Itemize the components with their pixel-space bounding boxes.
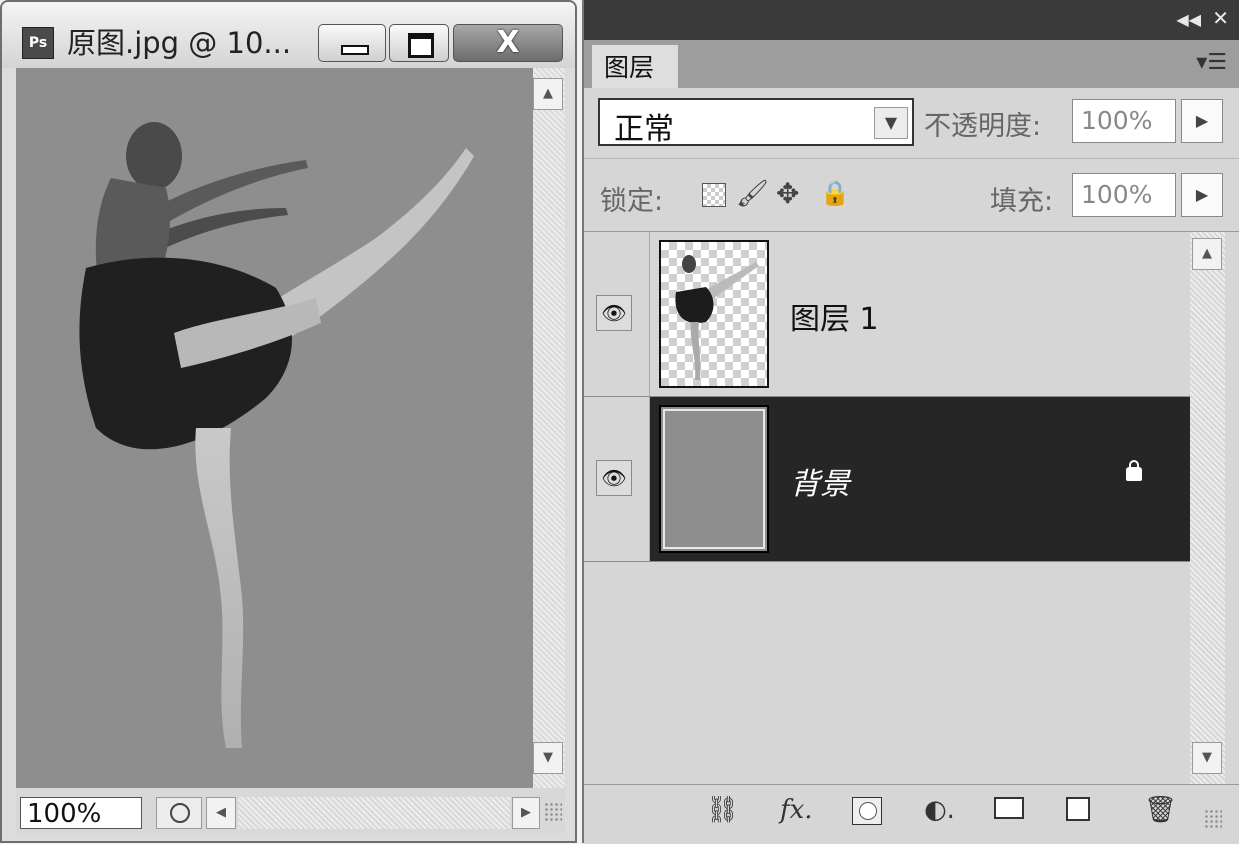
- lock-label: 锁定:: [600, 186, 664, 217]
- layer-thumbnail[interactable]: [659, 240, 769, 388]
- lock-position-icon[interactable]: ✥: [776, 177, 799, 210]
- photoshop-app-icon: Ps: [22, 27, 54, 59]
- ballerina-image: [79, 122, 474, 748]
- scroll-down-button[interactable]: ▼: [533, 742, 563, 774]
- status-info-icon[interactable]: [156, 797, 202, 829]
- canvas-horizontal-scrollbar[interactable]: [238, 797, 510, 829]
- fill-input[interactable]: 100%: [1072, 173, 1176, 217]
- scroll-left-button[interactable]: ◀: [206, 797, 236, 829]
- tab-layers[interactable]: 图层: [592, 45, 678, 88]
- lock-row: 锁定: 🖌 ✥ 🔒 填充: 100% ▶: [584, 159, 1239, 232]
- eye-icon[interactable]: 👁: [596, 460, 632, 496]
- maximize-button[interactable]: [389, 24, 449, 62]
- visibility-column: 👁: [584, 397, 650, 561]
- panel-header[interactable]: ◀◀ ✕: [584, 0, 1239, 40]
- layer-row-layer-1[interactable]: 👁 图层 1: [584, 232, 1190, 397]
- new-layer-icon[interactable]: [1066, 797, 1090, 821]
- status-bar: 100% ◀ ▶: [16, 788, 565, 833]
- panel-menu-icon[interactable]: ▾☰: [1196, 50, 1227, 75]
- blend-mode-select[interactable]: 正常 ▼: [598, 98, 914, 147]
- scroll-down-button[interactable]: ▼: [1192, 742, 1222, 774]
- ballerina-thumbnail-image: [675, 255, 759, 380]
- panel-tab-bar: 图层 ▾☰: [584, 40, 1239, 88]
- scroll-up-button[interactable]: ▲: [1192, 238, 1222, 270]
- fill-slider-button[interactable]: ▶: [1181, 173, 1223, 217]
- collapse-panel-icon[interactable]: ◀◀: [1176, 10, 1201, 29]
- fill-label: 填充:: [990, 186, 1054, 217]
- layers-panel: ◀◀ ✕ 图层 ▾☰ 正常 ▼ 不透明度: 100% ▶ 锁定: 🖌 ✥ 🔒 填…: [582, 0, 1239, 844]
- document-title-bar[interactable]: Ps 原图.jpg @ 10...: [2, 2, 575, 68]
- resize-grip-icon[interactable]: [1204, 809, 1222, 829]
- layer-list: 👁 图层 1 👁 背景: [584, 232, 1190, 784]
- trash-icon[interactable]: 🗑: [1144, 795, 1177, 825]
- fx-icon[interactable]: fx.: [780, 795, 813, 825]
- document-title: 原图.jpg @ 10...: [67, 26, 292, 60]
- lock-transparent-pixels-icon[interactable]: [702, 183, 726, 207]
- new-group-icon[interactable]: [994, 797, 1024, 819]
- opacity-slider-button[interactable]: ▶: [1181, 99, 1223, 143]
- eye-icon[interactable]: 👁: [596, 295, 632, 331]
- canvas-vertical-scrollbar[interactable]: ▲ ▼: [533, 68, 565, 788]
- layer-name: 背景: [790, 467, 850, 502]
- minimize-button[interactable]: [318, 24, 386, 62]
- scroll-right-button[interactable]: ▶: [512, 797, 540, 829]
- chevron-down-icon[interactable]: ▼: [874, 107, 908, 139]
- adjustment-layer-icon[interactable]: ◐.: [924, 795, 955, 825]
- layer-name: 图层 1: [790, 302, 879, 337]
- add-mask-icon[interactable]: [852, 797, 882, 825]
- layers-vertical-scrollbar[interactable]: ▲ ▼: [1190, 232, 1225, 784]
- layer-row-background[interactable]: 👁 背景: [584, 397, 1190, 562]
- link-layers-icon[interactable]: ⛓: [706, 795, 739, 825]
- layer-thumbnail[interactable]: [659, 405, 769, 553]
- opacity-label: 不透明度:: [924, 111, 1042, 142]
- lock-all-icon[interactable]: 🔒: [820, 179, 850, 207]
- blend-mode-value: 正常: [614, 112, 674, 147]
- visibility-column: 👁: [584, 232, 650, 396]
- document-window: Ps 原图.jpg @ 10... X ▲ ▼ 100% ◀ ▶: [0, 0, 577, 843]
- blend-mode-row: 正常 ▼ 不透明度: 100% ▶: [584, 88, 1239, 159]
- layer-lock-icon: [1126, 460, 1142, 481]
- opacity-input[interactable]: 100%: [1072, 99, 1176, 143]
- close-button[interactable]: [453, 24, 563, 62]
- lock-image-pixels-icon[interactable]: 🖌: [736, 179, 769, 209]
- scroll-up-button[interactable]: ▲: [533, 78, 563, 110]
- panel-bottom-bar: ⛓ fx. ◐. 🗑: [584, 784, 1239, 844]
- zoom-level-field[interactable]: 100%: [20, 797, 142, 829]
- close-panel-icon[interactable]: ✕: [1212, 6, 1229, 30]
- resize-grip-icon[interactable]: [544, 802, 562, 822]
- image-canvas[interactable]: [16, 68, 533, 788]
